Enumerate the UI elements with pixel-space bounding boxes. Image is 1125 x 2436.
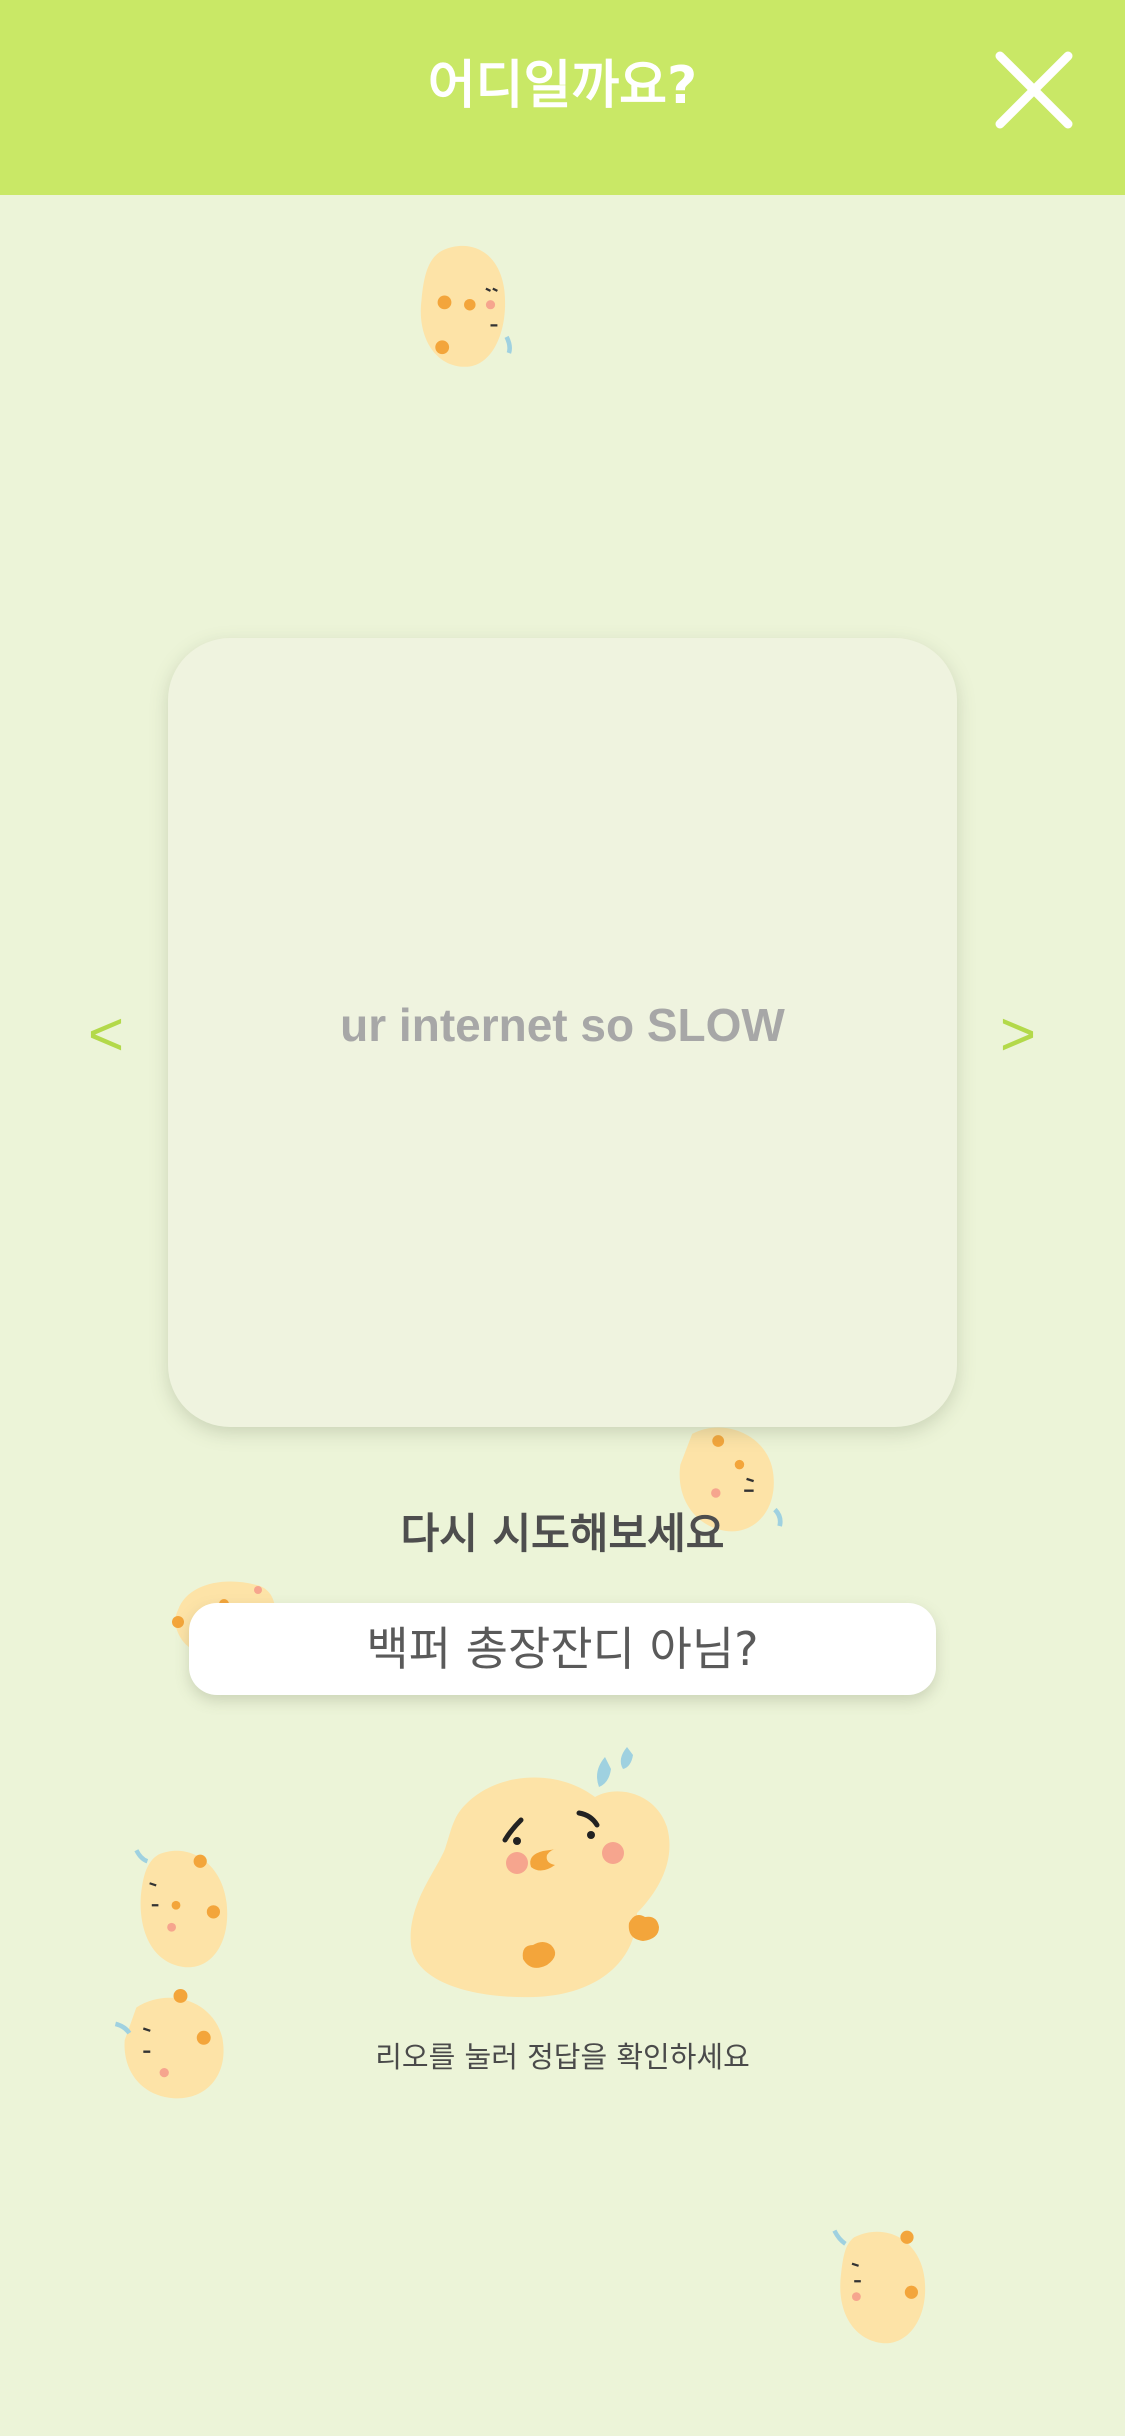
answer-field[interactable]: 백퍼 총장잔디 아님? xyxy=(189,1603,936,1695)
next-button[interactable]: > xyxy=(988,995,1048,1075)
close-icon xyxy=(995,51,1073,129)
chick-mascot-icon[interactable] xyxy=(405,1745,695,2010)
previous-button[interactable]: < xyxy=(76,995,136,1075)
hint-text: 리오를 눌러 정답을 확인하세요 xyxy=(375,2040,750,2074)
retry-message: 다시 시도해보세요 xyxy=(400,1509,725,1558)
chick-sticker-icon xyxy=(420,245,512,367)
close-button[interactable] xyxy=(990,46,1078,134)
top-header: 어디일까요? xyxy=(0,0,1125,195)
chick-sticker-icon xyxy=(134,1849,228,1968)
quiz-image-card: ur internet so SLOW xyxy=(168,638,957,1427)
page-title: 어디일까요? xyxy=(427,56,698,116)
slow-internet-message: ur internet so SLOW xyxy=(340,999,785,1051)
chick-sticker-icon xyxy=(832,2229,926,2344)
